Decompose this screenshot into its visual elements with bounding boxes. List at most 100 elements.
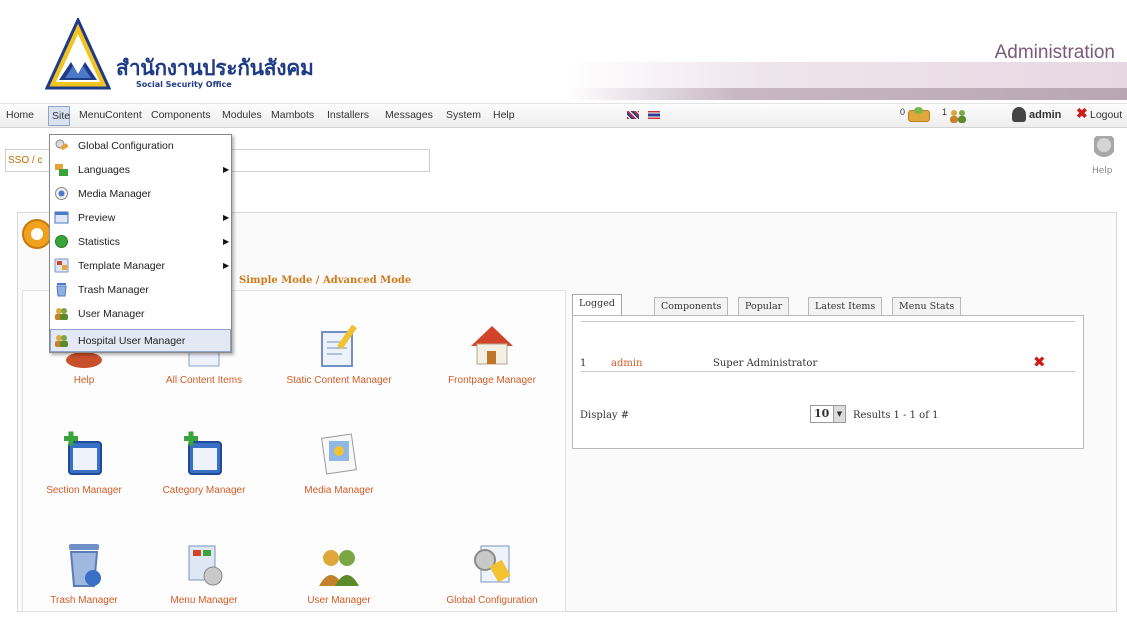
quick-icon-label: Section Manager [46,485,122,496]
help-label: Help [1092,166,1113,176]
current-user-name: admin [1029,109,1062,121]
dropdown-item-label: Template Manager [78,260,165,272]
quick-icon-label: Media Manager [304,485,374,496]
menu-mambots[interactable]: Mambots [271,109,314,121]
quick-icon-section-manager[interactable]: Section Manager [19,430,149,520]
dropdown-item-label: Trash Manager [78,284,149,296]
user-manager-icon [319,550,359,586]
tab-popular[interactable]: Popular [738,297,790,316]
media-manager-icon [321,433,357,475]
dropdown-item-global-configuration[interactable]: Global Configuration [51,135,230,158]
quick-icon-label: Static Content Manager [286,375,392,386]
quick-icon-category-manager[interactable]: Category Manager [139,430,269,520]
thai-flag-icon[interactable] [648,111,660,119]
display-count-value: 10 [814,407,830,420]
quick-icon-label: Menu Manager [170,595,238,606]
menu-components[interactable]: Components [151,109,211,121]
logout-label: Logout [1090,109,1123,121]
table-row-user-link[interactable]: admin [611,358,642,369]
english-flag-icon[interactable] [627,111,639,119]
global-configuration-icon [474,545,511,583]
menu-home[interactable]: Home [6,109,34,121]
table-divider [581,321,1075,322]
category-manager-icon [184,431,222,475]
trash-manager-icon [56,283,67,297]
menu-site[interactable]: Site [48,106,70,126]
frontpage-manager-icon [471,326,513,365]
logged-users-table: 1 admin Super Administrator ✖ Display # … [572,315,1084,449]
user-silhouette-icon [1012,107,1026,122]
display-count-label: Display # [580,410,630,421]
tab-menu-stats[interactable]: Menu Stats [892,297,962,316]
messages-count: 0 [900,107,906,117]
quick-icon-media-manager[interactable]: Media Manager [274,430,404,520]
header: สำนักงานประกันสังคม Social Security Offi… [0,0,1127,100]
dropdown-item-preview[interactable]: Preview ▶ [51,207,230,230]
menu-manager-icon [188,545,223,586]
menu-messages[interactable]: Messages [385,109,433,121]
tab-logged[interactable]: Logged [572,294,622,316]
template-manager-icon [54,258,69,273]
menu-installers[interactable]: Installers [327,109,369,121]
logout-user-x-icon[interactable]: ✖ [1033,353,1046,371]
results-summary: Results 1 - 1 of 1 [853,410,939,421]
tab-latest-items[interactable]: Latest Items [808,297,883,316]
org-name-english: Social Security Office [136,80,232,89]
dropdown-item-label: Preview [78,212,116,224]
dropdown-item-media-manager[interactable]: Media Manager [51,183,230,206]
menu-content[interactable]: Content [105,109,142,121]
quick-icon-menu-manager[interactable]: Menu Manager [139,540,269,630]
user-manager-icon [55,308,68,320]
statistics-icon [55,235,68,248]
stats-tabs-panel: Logged Components Popular Latest Items M… [569,290,1104,449]
menu-modules[interactable]: Modules [222,109,262,121]
menu-system[interactable]: System [446,109,481,121]
quick-icon-label: User Manager [307,595,371,606]
main-menubar: Home Site Menu Content Components Module… [0,103,1127,128]
hospital-user-manager-icon [55,335,68,347]
quick-icon-label: Global Configuration [446,595,538,606]
dropdown-item-hospital-user-manager[interactable]: Hospital User Manager [50,329,231,352]
users-online-icon[interactable] [948,109,968,123]
dropdown-item-languages[interactable]: Languages ▶ [51,159,230,182]
chevron-down-icon: ▼ [833,406,845,422]
quick-icon-label: Category Manager [162,485,246,496]
quick-icon-label: Help [73,375,95,386]
users-online-count: 1 [942,107,948,117]
languages-icon [55,164,68,176]
section-manager-icon [64,431,102,475]
quick-icon-global-configuration[interactable]: Global Configuration [427,540,557,630]
dropdown-item-statistics[interactable]: Statistics ▶ [51,231,230,254]
quick-icon-static-content-manager[interactable]: Static Content Manager [274,320,404,410]
submenu-arrow-icon: ▶ [223,165,230,174]
display-count-select[interactable]: 10 ▼ [810,405,846,423]
help-button[interactable]: Help [1086,136,1122,178]
quick-icon-frontpage-manager[interactable]: Frontpage Manager [427,320,557,410]
tab-components[interactable]: Components [654,297,729,316]
administration-title: Administration [994,42,1115,63]
messages-icon[interactable] [908,107,930,122]
media-manager-icon [55,187,68,200]
sso-logo-icon [45,18,111,90]
help-person-icon [1094,136,1114,162]
submenu-arrow-icon: ▶ [223,261,230,270]
quick-icon-user-manager[interactable]: User Manager [274,540,404,630]
dropdown-item-label: Global Configuration [78,140,174,152]
quick-icon-trash-manager[interactable]: Trash Manager [19,540,149,630]
dropdown-item-label: User Manager [78,308,145,320]
menu-help[interactable]: Help [493,109,515,121]
submenu-arrow-icon: ▶ [223,237,230,246]
menu-menu[interactable]: Menu [79,109,105,121]
dropdown-item-template-manager[interactable]: Template Manager ▶ [51,255,230,278]
simple-advanced-mode-link[interactable]: Simple Mode / Advanced Mode [239,275,411,286]
submenu-arrow-icon: ▶ [223,213,230,222]
quick-icon-label: All Content Items [165,375,243,386]
global-configuration-icon [55,139,69,151]
table-divider [581,371,1075,372]
dropdown-item-user-manager[interactable]: User Manager [51,303,230,326]
dropdown-item-trash-manager[interactable]: Trash Manager [51,279,230,302]
pathway-text[interactable]: SSO / c [8,155,42,166]
menu-site-label: Site [52,110,71,122]
dropdown-item-label: Statistics [78,236,121,248]
dropdown-item-label: Languages [78,164,130,176]
